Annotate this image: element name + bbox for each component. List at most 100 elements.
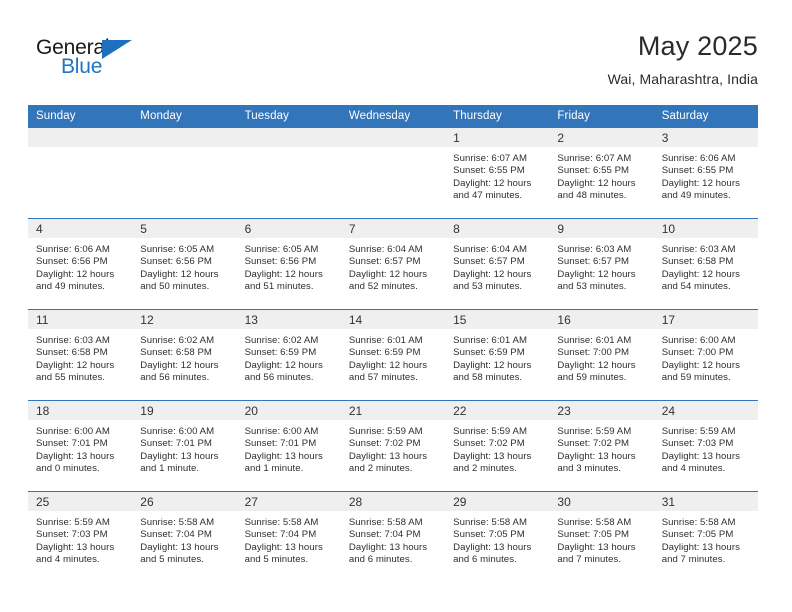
day-details: Sunrise: 5:59 AM Sunset: 7:02 PM Daylight:… (549, 420, 653, 476)
day-details: Sunrise: 6:00 AM Sunset: 7:01 PM Daylight:… (237, 420, 341, 476)
calendar-day-cell[interactable]: 3 Sunrise: 6:06 AM Sunset: 6:55 PM Daylight… (653, 128, 758, 219)
day-details: Sunrise: 5:58 AM Sunset: 7:04 PM Daylight:… (341, 511, 445, 567)
calendar-week-row: 25 Sunrise: 5:59 AM Sunset: 7:03 PM Dayligh… (28, 491, 758, 582)
sunrise-text: Sunrise: 6:03 AM (36, 335, 110, 346)
calendar-day-cell[interactable]: 16 Sunrise: 6:01 AM Sunset: 7:00 PM Dayligh… (549, 309, 654, 401)
daylight-text-line1: Daylight: 13 hours (453, 541, 532, 553)
sunrise-text: Sunrise: 6:06 AM (661, 153, 736, 164)
day-details: Sunrise: 6:01 AM Sunset: 6:59 PM Daylight:… (341, 329, 445, 385)
sunrise-text: Sunrise: 6:02 AM (140, 335, 215, 346)
calendar-day-cell[interactable]: 26 Sunrise: 5:58 AM Sunset: 7:04 PM Dayligh… (132, 491, 237, 582)
calendar-day-cell[interactable]: 2 Sunrise: 6:07 AM Sunset: 6:55 PM Daylight… (549, 128, 654, 219)
calendar-day-cell[interactable]: 13 Sunrise: 6:02 AM Sunset: 6:59 PM Dayligh… (236, 309, 341, 401)
day-details: Sunrise: 5:59 AM Sunset: 7:03 PM Daylight:… (654, 420, 758, 476)
calendar-day-cell[interactable]: 12 Sunrise: 6:02 AM Sunset: 6:58 PM Dayligh… (132, 309, 237, 401)
day-number: 25 (28, 492, 133, 511)
sunrise-text: Sunrise: 6:00 AM (140, 426, 215, 437)
day-details (237, 147, 341, 153)
calendar-day-cell[interactable]: 28 Sunrise: 5:58 AM Sunset: 7:04 PM Dayligh… (340, 491, 446, 582)
daylight-text-line1: Daylight: 12 hours (453, 268, 532, 280)
calendar-day-cell[interactable]: 6 Sunrise: 6:05 AM Sunset: 6:56 PM Daylight… (236, 218, 341, 310)
day-number: 27 (236, 492, 341, 511)
calendar-day-cell[interactable]: 25 Sunrise: 5:59 AM Sunset: 7:03 PM Dayligh… (28, 491, 133, 582)
daylight-text-line1: Daylight: 13 hours (244, 450, 323, 462)
daylight-text-line2: and 6 minutes. (453, 554, 517, 566)
calendar-day-cell[interactable] (340, 128, 446, 219)
calendar-day-cell[interactable]: 30 Sunrise: 5:58 AM Sunset: 7:05 PM Dayligh… (549, 491, 654, 582)
sunset-text: Sunset: 7:02 PM (453, 438, 525, 450)
sunset-text: Sunset: 6:59 PM (244, 347, 317, 359)
calendar-day-cell[interactable]: 27 Sunrise: 5:58 AM Sunset: 7:04 PM Dayligh… (236, 491, 341, 582)
calendar-day-cell[interactable]: 17 Sunrise: 6:00 AM Sunset: 7:00 PM Dayligh… (653, 309, 758, 401)
sunrise-text: Sunrise: 5:58 AM (244, 517, 319, 528)
calendar-day-cell[interactable]: 22 Sunrise: 5:59 AM Sunset: 7:02 PM Dayligh… (445, 400, 550, 492)
day-number: 7 (340, 219, 446, 238)
calendar-day-cell[interactable]: 4 Sunrise: 6:06 AM Sunset: 6:56 PM Daylight… (28, 218, 133, 310)
sunrise-text: Sunrise: 5:58 AM (348, 517, 423, 528)
calendar-day-cell[interactable]: 7 Sunrise: 6:04 AM Sunset: 6:57 PM Daylight… (340, 218, 446, 310)
day-details (132, 147, 236, 153)
calendar-day-cell[interactable]: 11 Sunrise: 6:03 AM Sunset: 6:58 PM Dayligh… (28, 309, 133, 401)
weekday-header-wednesday: Wednesday (340, 105, 446, 128)
daylight-text-line2: and 2 minutes. (348, 463, 413, 475)
calendar-day-cell[interactable]: 5 Sunrise: 6:05 AM Sunset: 6:56 PM Daylight… (132, 218, 237, 310)
day-cell: 18 Sunrise: 6:00 AM Sunset: 7:01 PM Dayligh… (28, 401, 133, 491)
day-cell: 7 Sunrise: 6:04 AM Sunset: 6:57 PM Daylight… (340, 219, 446, 309)
calendar-day-cell[interactable]: 8 Sunrise: 6:04 AM Sunset: 6:57 PM Daylight… (445, 218, 550, 310)
weekday-header-tuesday: Tuesday (236, 105, 341, 128)
day-cell: 5 Sunrise: 6:05 AM Sunset: 6:56 PM Daylight… (132, 219, 237, 309)
calendar-day-cell[interactable] (236, 128, 341, 219)
calendar-day-cell[interactable]: 14 Sunrise: 6:01 AM Sunset: 6:59 PM Dayligh… (340, 309, 446, 401)
calendar-day-cell[interactable]: 9 Sunrise: 6:03 AM Sunset: 6:57 PM Daylight… (549, 218, 654, 310)
triangle-icon (102, 40, 132, 59)
daylight-text-line2: and 1 minute. (140, 463, 200, 475)
sunset-text: Sunset: 6:57 PM (348, 256, 421, 268)
daylight-text-line2: and 59 minutes. (557, 372, 627, 384)
sunset-text: Sunset: 6:58 PM (661, 256, 734, 268)
daylight-text-line2: and 3 minutes. (557, 463, 622, 475)
daylight-text-line2: and 5 minutes. (140, 554, 204, 566)
day-details: Sunrise: 6:02 AM Sunset: 6:59 PM Daylight:… (237, 329, 341, 385)
daylight-text-line2: and 54 minutes. (661, 281, 731, 293)
daylight-text-line1: Daylight: 13 hours (36, 541, 115, 553)
calendar-day-cell[interactable] (132, 128, 237, 219)
day-details: Sunrise: 6:01 AM Sunset: 7:00 PM Daylight:… (549, 329, 653, 385)
calendar-day-cell[interactable]: 19 Sunrise: 6:00 AM Sunset: 7:01 PM Dayligh… (132, 400, 237, 492)
day-number: 16 (549, 310, 654, 329)
daylight-text-line1: Daylight: 13 hours (348, 541, 428, 553)
day-details: Sunrise: 6:07 AM Sunset: 6:55 PM Daylight:… (445, 147, 549, 203)
calendar-day-cell[interactable]: 29 Sunrise: 5:58 AM Sunset: 7:05 PM Dayligh… (445, 491, 550, 582)
day-number: 26 (132, 492, 237, 511)
calendar-day-cell[interactable]: 23 Sunrise: 5:59 AM Sunset: 7:02 PM Dayligh… (549, 400, 654, 492)
calendar-day-cell[interactable]: 24 Sunrise: 5:59 AM Sunset: 7:03 PM Dayligh… (653, 400, 758, 492)
calendar-day-cell[interactable]: 15 Sunrise: 6:01 AM Sunset: 6:59 PM Dayligh… (445, 309, 550, 401)
daylight-text-line2: and 59 minutes. (661, 372, 731, 384)
sunset-text: Sunset: 7:02 PM (557, 438, 630, 450)
calendar-day-cell[interactable]: 31 Sunrise: 5:58 AM Sunset: 7:05 PM Dayligh… (653, 491, 758, 582)
calendar-day-cell[interactable]: 18 Sunrise: 6:00 AM Sunset: 7:01 PM Dayligh… (28, 400, 133, 492)
day-details: Sunrise: 6:00 AM Sunset: 7:01 PM Daylight:… (132, 420, 236, 476)
sunset-text: Sunset: 7:00 PM (557, 347, 630, 359)
day-number: 2 (549, 128, 654, 147)
title-block: May 2025 Wai, Maharashtra, India (608, 30, 758, 88)
calendar-day-cell[interactable]: 20 Sunrise: 6:00 AM Sunset: 7:01 PM Dayligh… (236, 400, 341, 492)
daylight-text-line2: and 4 minutes. (661, 463, 726, 475)
daylight-text-line2: and 55 minutes. (36, 372, 106, 384)
calendar-day-cell[interactable]: 21 Sunrise: 5:59 AM Sunset: 7:02 PM Dayligh… (340, 400, 446, 492)
day-cell: 6 Sunrise: 6:05 AM Sunset: 6:56 PM Daylight… (236, 219, 341, 309)
sunrise-text: Sunrise: 5:59 AM (661, 426, 736, 437)
calendar-day-cell[interactable] (28, 128, 133, 219)
calendar-day-cell[interactable]: 1 Sunrise: 6:07 AM Sunset: 6:55 PM Daylight… (445, 128, 550, 219)
daylight-text-line1: Daylight: 13 hours (661, 450, 740, 462)
sunrise-text: Sunrise: 5:59 AM (453, 426, 527, 437)
day-cell: 17 Sunrise: 6:00 AM Sunset: 7:00 PM Dayligh… (653, 310, 758, 400)
calendar-day-cell[interactable]: 10 Sunrise: 6:03 AM Sunset: 6:58 PM Dayligh… (653, 218, 758, 310)
brand-logo[interactable]: General Blue (36, 36, 166, 88)
day-number (340, 128, 446, 147)
day-cell: 19 Sunrise: 6:00 AM Sunset: 7:01 PM Dayligh… (132, 401, 237, 491)
page-subtitle: Wai, Maharashtra, India (607, 71, 758, 87)
day-number: 10 (653, 219, 758, 238)
day-cell: 1 Sunrise: 6:07 AM Sunset: 6:55 PM Daylight… (445, 128, 550, 218)
sunset-text: Sunset: 7:05 PM (661, 529, 734, 541)
day-details: Sunrise: 6:07 AM Sunset: 6:55 PM Daylight:… (549, 147, 653, 203)
